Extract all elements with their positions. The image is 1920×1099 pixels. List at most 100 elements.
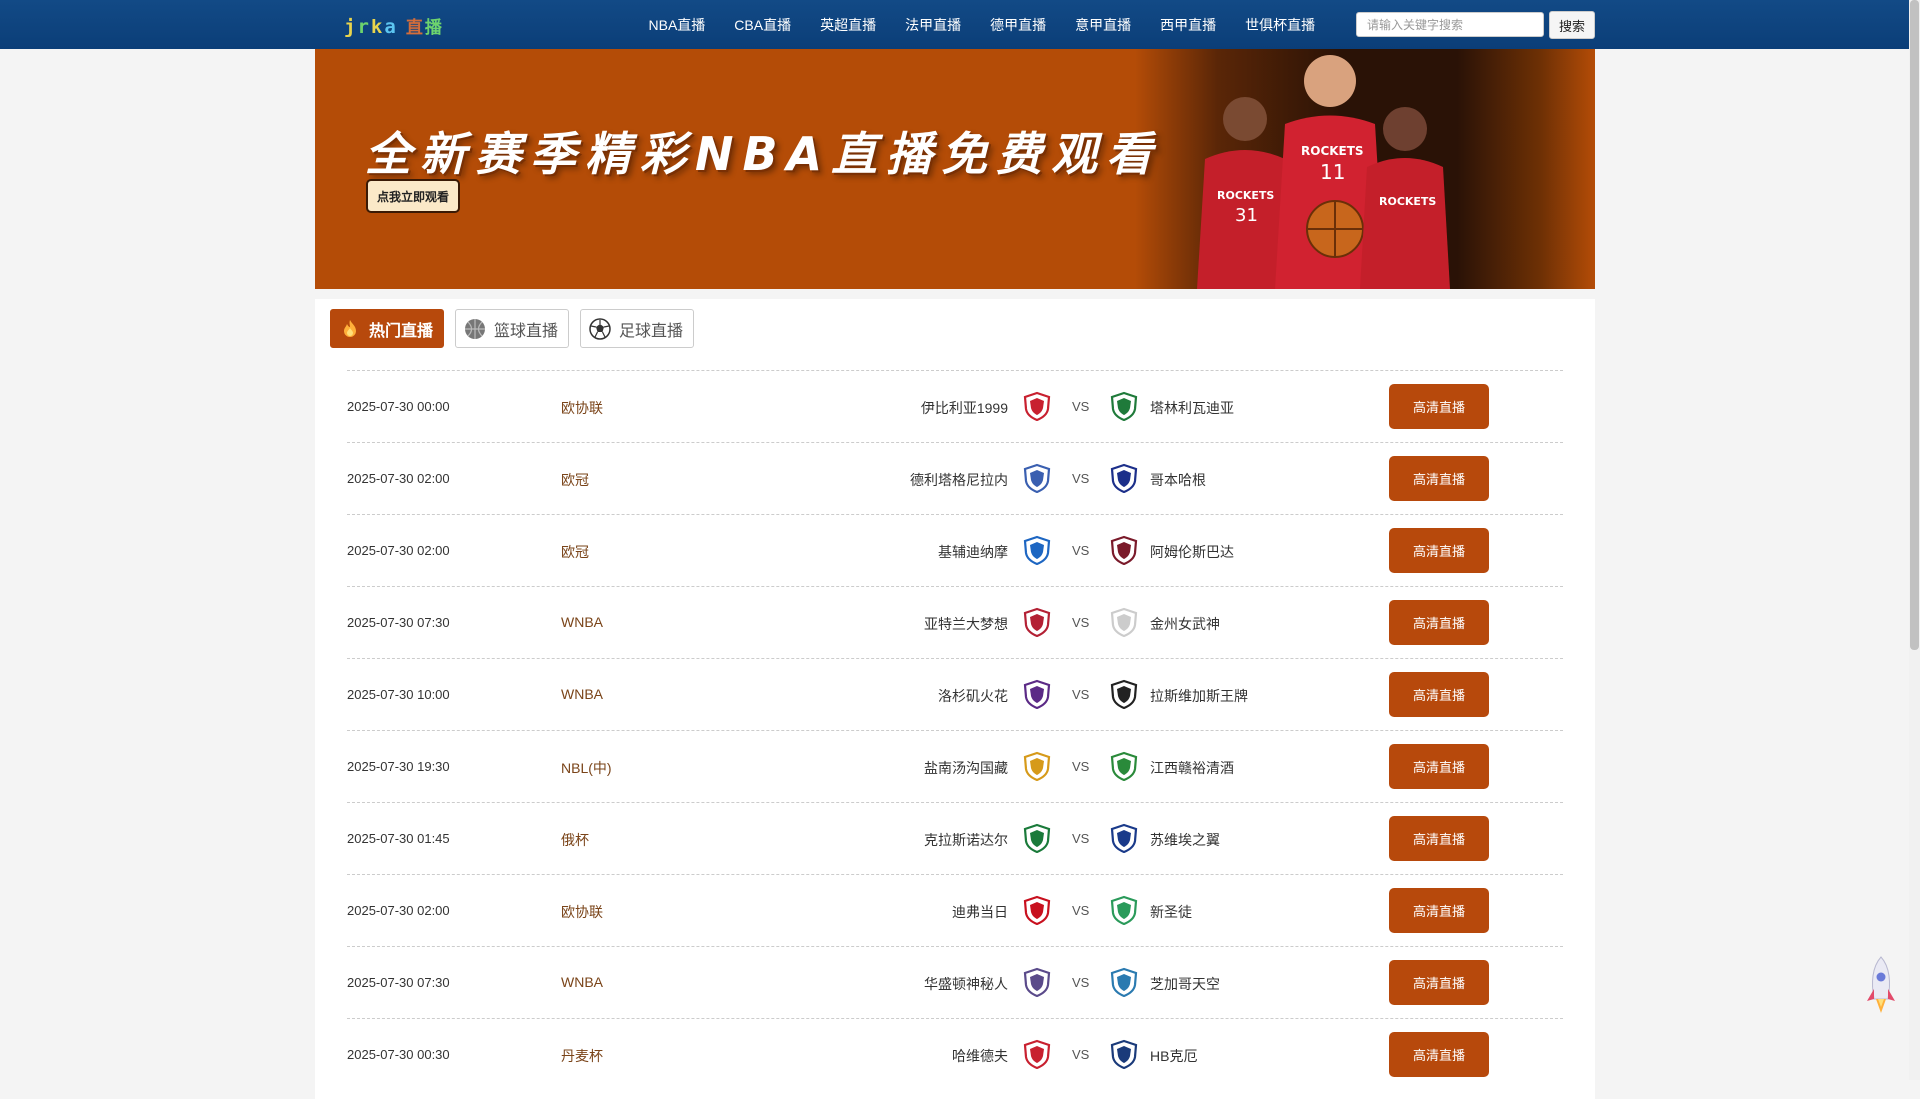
away-team-logo-icon [1109, 463, 1139, 494]
hd-live-button[interactable]: 高清直播 [1389, 672, 1489, 717]
away-team-name: 江西赣裕清酒 [1150, 760, 1234, 776]
home-team-logo-icon [1022, 751, 1052, 782]
league-link[interactable]: 丹麦杯 [561, 1046, 603, 1066]
main-nav: NBA直播 CBA直播 英超直播 法甲直播 德甲直播 意甲直播 西甲直播 世俱杯… [634, 0, 1330, 49]
site-logo[interactable]: jrka 直播 [344, 13, 444, 38]
jersey-text-right: ROCKETS [1379, 195, 1436, 208]
hd-live-button[interactable]: 高清直播 [1389, 1032, 1489, 1077]
match-row: 2025-07-30 10:00 WNBA 洛杉矶火花 VS 拉斯维加斯王牌 高清直播 [347, 658, 1563, 730]
away-team-name: HB克厄 [1150, 1048, 1198, 1064]
live-schedule-panel: 热门直播 篮球直播 足球直播 2025-07-30 00:00 欧协联 伊比利亚19… [315, 299, 1595, 1099]
home-team-name: 哈维德夫 [952, 1048, 1008, 1064]
away-team-logo-icon [1109, 1039, 1139, 1070]
hd-live-button[interactable]: 高清直播 [1389, 960, 1489, 1005]
nav-link-serie-a[interactable]: 意甲直播 [1061, 0, 1146, 49]
banner-players-photo: ROCKETS 31 ROCKETS 11 ROCKETS [1135, 49, 1595, 289]
scrollbar-thumb[interactable] [1910, 0, 1919, 650]
home-team-logo-icon [1022, 967, 1052, 998]
away-team-logo-icon [1109, 391, 1139, 422]
match-row: 2025-07-30 02:00 欧冠 基辅迪纳摩 VS 阿姆伦斯巴达 高清直播 [347, 514, 1563, 586]
home-team-name: 克拉斯诺达尔 [924, 832, 1008, 848]
tab-label: 篮球直播 [494, 322, 559, 340]
jersey-text: ROCKETS [1217, 189, 1274, 202]
hd-live-button[interactable]: 高清直播 [1389, 600, 1489, 645]
nav-link-la-liga[interactable]: 西甲直播 [1146, 0, 1231, 49]
home-team-name: 洛杉矶火花 [938, 688, 1008, 704]
home-team-logo-icon [1022, 823, 1052, 854]
league-link[interactable]: 欧冠 [561, 470, 589, 490]
hero-banner[interactable]: ROCKETS 31 ROCKETS 11 ROCKETS 全新赛季精彩NBA直… [315, 49, 1595, 289]
match-time: 2025-07-30 02:00 [347, 471, 450, 486]
back-to-top-rocket-icon[interactable] [1864, 955, 1898, 1017]
banner-headline: 全新赛季精彩NBA直播免费观看 [365, 127, 1162, 181]
nav-link-premier-league[interactable]: 英超直播 [806, 0, 891, 49]
tab-hot-live[interactable]: 热门直播 [330, 309, 445, 348]
match-row: 2025-07-30 19:30 NBL(中) 盐南汤沟国藏 VS 江西赣裕清酒 高清直播 [347, 730, 1563, 802]
top-navbar: jrka 直播 NBA直播 CBA直播 英超直播 法甲直播 德甲直播 意甲直播 西… [0, 0, 1909, 49]
hd-live-button[interactable]: 高清直播 [1389, 816, 1489, 861]
league-link[interactable]: NBL(中) [561, 758, 612, 778]
league-link[interactable]: 欧协联 [561, 902, 603, 922]
away-team-name: 芝加哥天空 [1150, 976, 1220, 992]
home-team-logo-icon [1022, 535, 1052, 566]
away-team-logo-icon [1109, 751, 1139, 782]
away-team-logo-icon [1109, 895, 1139, 926]
home-team-name: 盐南汤沟国藏 [924, 760, 1008, 776]
match-row: 2025-07-30 01:45 俄杯 克拉斯诺达尔 VS 苏维埃之翼 高清直播 [347, 802, 1563, 874]
tab-label: 足球直播 [619, 322, 684, 340]
match-row: 2025-07-30 07:30 WNBA 华盛顿神秘人 VS 芝加哥天空 高清直播 [347, 946, 1563, 1018]
league-link[interactable]: 欧协联 [561, 398, 603, 418]
jersey-text-center: ROCKETS [1301, 144, 1364, 158]
match-list: 2025-07-30 00:00 欧协联 伊比利亚1999 VS 塔林利瓦迪亚 高清直播 2… [347, 370, 1563, 1090]
category-tabs: 热门直播 篮球直播 足球直播 [330, 309, 695, 348]
search-button[interactable]: 搜索 [1549, 11, 1595, 39]
vs-label: VS [1072, 687, 1090, 702]
nav-link-cba[interactable]: CBA直播 [720, 0, 806, 49]
tab-football-live[interactable]: 足球直播 [580, 309, 695, 348]
league-link[interactable]: 俄杯 [561, 830, 589, 850]
away-team-name: 阿姆伦斯巴达 [1150, 544, 1234, 560]
league-link[interactable]: WNBA [561, 686, 603, 702]
match-time: 2025-07-30 19:30 [347, 759, 450, 774]
search-input[interactable] [1356, 12, 1544, 37]
vs-label: VS [1072, 471, 1090, 486]
away-team-name: 苏维埃之翼 [1150, 832, 1220, 848]
away-team-logo-icon [1109, 535, 1139, 566]
match-row: 2025-07-30 00:00 欧协联 伊比利亚1999 VS 塔林利瓦迪亚 高清直播 [347, 370, 1563, 442]
watch-now-button[interactable]: 点我立即观看 [366, 179, 460, 213]
match-time: 2025-07-30 00:30 [347, 1047, 450, 1062]
match-row: 2025-07-30 07:30 WNBA 亚特兰大梦想 VS 金州女武神 高清直播 [347, 586, 1563, 658]
away-team-logo-icon [1109, 823, 1139, 854]
vs-label: VS [1072, 1047, 1090, 1062]
hd-live-button[interactable]: 高清直播 [1389, 528, 1489, 573]
nav-link-bundesliga[interactable]: 德甲直播 [976, 0, 1061, 49]
away-team-logo-icon [1109, 607, 1139, 638]
hd-live-button[interactable]: 高清直播 [1389, 888, 1489, 933]
home-team-name: 德利塔格尼拉内 [910, 472, 1008, 488]
away-team-name: 塔林利瓦迪亚 [1150, 400, 1234, 416]
nav-link-ligue-1[interactable]: 法甲直播 [891, 0, 976, 49]
home-team-name: 迪弗当日 [952, 904, 1008, 920]
hd-live-button[interactable]: 高清直播 [1389, 456, 1489, 501]
vs-label: VS [1072, 975, 1090, 990]
league-link[interactable]: WNBA [561, 614, 603, 630]
home-team-logo-icon [1022, 1039, 1052, 1070]
match-time: 2025-07-30 10:00 [347, 687, 450, 702]
hd-live-button[interactable]: 高清直播 [1389, 384, 1489, 429]
away-team-logo-icon [1109, 967, 1139, 998]
basketball-icon [464, 318, 486, 340]
soccer-ball-icon [589, 317, 611, 340]
home-team-name: 伊比利亚1999 [920, 400, 1008, 416]
nav-link-nba[interactable]: NBA直播 [634, 0, 720, 49]
match-time: 2025-07-30 07:30 [347, 615, 450, 630]
away-team-logo-icon [1109, 679, 1139, 710]
jersey-number: 31 [1235, 205, 1258, 226]
nav-link-club-world-cup[interactable]: 世俱杯直播 [1231, 0, 1330, 49]
match-time: 2025-07-30 02:00 [347, 543, 450, 558]
home-team-logo-icon [1022, 391, 1052, 422]
league-link[interactable]: WNBA [561, 974, 603, 990]
league-link[interactable]: 欧冠 [561, 542, 589, 562]
home-team-logo-icon [1022, 679, 1052, 710]
tab-basketball-live[interactable]: 篮球直播 [455, 309, 570, 348]
hd-live-button[interactable]: 高清直播 [1389, 744, 1489, 789]
